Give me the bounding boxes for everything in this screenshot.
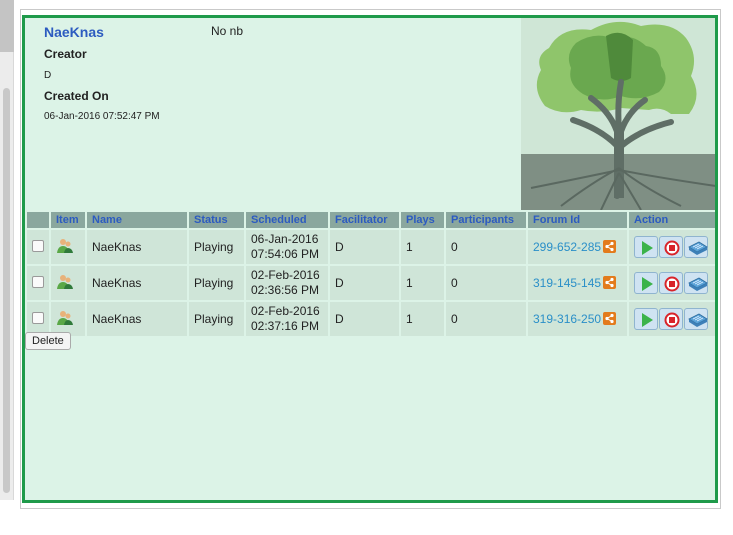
play-icon: [642, 241, 653, 255]
creator-label: Creator: [44, 47, 87, 61]
table-row: NaeKnas Playing 02-Feb-2016 02:37:16 PM D…: [27, 302, 715, 336]
stop-button[interactable]: [659, 236, 683, 258]
col-status[interactable]: Status: [189, 212, 244, 228]
row-checkbox[interactable]: [32, 311, 44, 324]
plays-cell: 1: [401, 266, 444, 300]
item-cell: [51, 266, 85, 300]
status-cell: Playing: [189, 302, 244, 336]
creator-value: D: [44, 70, 52, 81]
scrollbar-top-block: [0, 0, 14, 52]
board-button[interactable]: [684, 308, 708, 330]
stop-icon: [664, 240, 680, 256]
stop-icon: [664, 312, 680, 328]
scheduled-date: 06-Jan-2016: [251, 232, 319, 246]
forum-id-link[interactable]: 299-652-285: [533, 240, 601, 254]
scrollbar-thumb[interactable]: [3, 88, 10, 493]
share-icon[interactable]: [603, 276, 617, 289]
scheduled-date: 02-Feb-2016: [251, 268, 320, 282]
participants-cell: 0: [446, 302, 526, 336]
game-panel: NaeKnas No nb Creator D Created On 06-Ja…: [22, 15, 718, 503]
row-checkbox-cell: [27, 302, 49, 336]
participants-cell: 0: [446, 266, 526, 300]
col-participants[interactable]: Participants: [446, 212, 526, 228]
left-scrollbar[interactable]: [0, 0, 14, 500]
col-forum-id[interactable]: Forum Id: [528, 212, 627, 228]
play-button[interactable]: [634, 272, 658, 294]
scheduled-time: 02:36:56 PM: [251, 283, 320, 297]
forum-id-cell: 319-145-145: [528, 266, 627, 300]
item-cell: [51, 230, 85, 264]
created-on-label: Created On: [44, 89, 109, 103]
share-icon[interactable]: [603, 312, 617, 325]
board-button[interactable]: [684, 236, 708, 258]
row-checkbox[interactable]: [32, 239, 44, 252]
name-cell: NaeKnas: [87, 266, 187, 300]
table-row: NaeKnas Playing 02-Feb-2016 02:36:56 PM D…: [27, 266, 715, 300]
row-checkbox-cell: [27, 266, 49, 300]
participants-cell: 0: [446, 230, 526, 264]
scheduled-time: 07:54:06 PM: [251, 247, 320, 261]
facilitator-cell: D: [330, 302, 399, 336]
board-icon: [688, 277, 708, 291]
table-row: NaeKnas Playing 06-Jan-2016 07:54:06 PM D…: [27, 230, 715, 264]
users-icon: [57, 310, 73, 325]
item-cell: [51, 302, 85, 336]
games-table: Item Name Status Scheduled Facilitator P…: [25, 210, 715, 338]
board-button[interactable]: [684, 272, 708, 294]
play-icon: [642, 277, 653, 291]
status-cell: Playing: [189, 266, 244, 300]
stop-icon: [664, 276, 680, 292]
play-button[interactable]: [634, 236, 658, 258]
stop-button[interactable]: [659, 272, 683, 294]
created-on-value: 06-Jan-2016 07:52:47 PM: [44, 111, 160, 122]
scheduled-date: 02-Feb-2016: [251, 304, 320, 318]
game-description: No nb: [211, 24, 244, 38]
col-facilitator[interactable]: Facilitator: [330, 212, 399, 228]
row-checkbox-cell: [27, 230, 49, 264]
users-icon: [57, 238, 73, 253]
action-cell: [629, 302, 715, 336]
col-action: Action: [629, 212, 715, 228]
scheduled-cell: 02-Feb-2016 02:36:56 PM: [246, 266, 328, 300]
stop-button[interactable]: [659, 308, 683, 330]
board-icon: [688, 313, 708, 327]
action-cell: [629, 266, 715, 300]
col-select: [27, 212, 49, 228]
play-button[interactable]: [634, 308, 658, 330]
col-scheduled[interactable]: Scheduled: [246, 212, 328, 228]
game-title[interactable]: NaeKnas: [44, 24, 104, 40]
name-cell: NaeKnas: [87, 230, 187, 264]
col-name[interactable]: Name: [87, 212, 187, 228]
forum-id-cell: 319-316-250: [528, 302, 627, 336]
action-cell: [629, 230, 715, 264]
share-icon[interactable]: [603, 240, 617, 253]
scheduled-time: 02:37:16 PM: [251, 319, 320, 333]
plays-cell: 1: [401, 302, 444, 336]
row-checkbox[interactable]: [32, 275, 44, 288]
play-icon: [642, 313, 653, 327]
scheduled-cell: 02-Feb-2016 02:37:16 PM: [246, 302, 328, 336]
tree-image: [521, 18, 715, 211]
forum-id-cell: 299-652-285: [528, 230, 627, 264]
name-cell: NaeKnas: [87, 302, 187, 336]
col-item[interactable]: Item: [51, 212, 85, 228]
delete-button[interactable]: Delete: [25, 332, 71, 350]
facilitator-cell: D: [330, 230, 399, 264]
facilitator-cell: D: [330, 266, 399, 300]
forum-id-link[interactable]: 319-145-145: [533, 276, 601, 290]
status-cell: Playing: [189, 230, 244, 264]
col-plays[interactable]: Plays: [401, 212, 444, 228]
plays-cell: 1: [401, 230, 444, 264]
table-header-row: Item Name Status Scheduled Facilitator P…: [27, 212, 715, 228]
board-icon: [688, 241, 708, 255]
scheduled-cell: 06-Jan-2016 07:54:06 PM: [246, 230, 328, 264]
users-icon: [57, 274, 73, 289]
forum-id-link[interactable]: 319-316-250: [533, 312, 601, 326]
